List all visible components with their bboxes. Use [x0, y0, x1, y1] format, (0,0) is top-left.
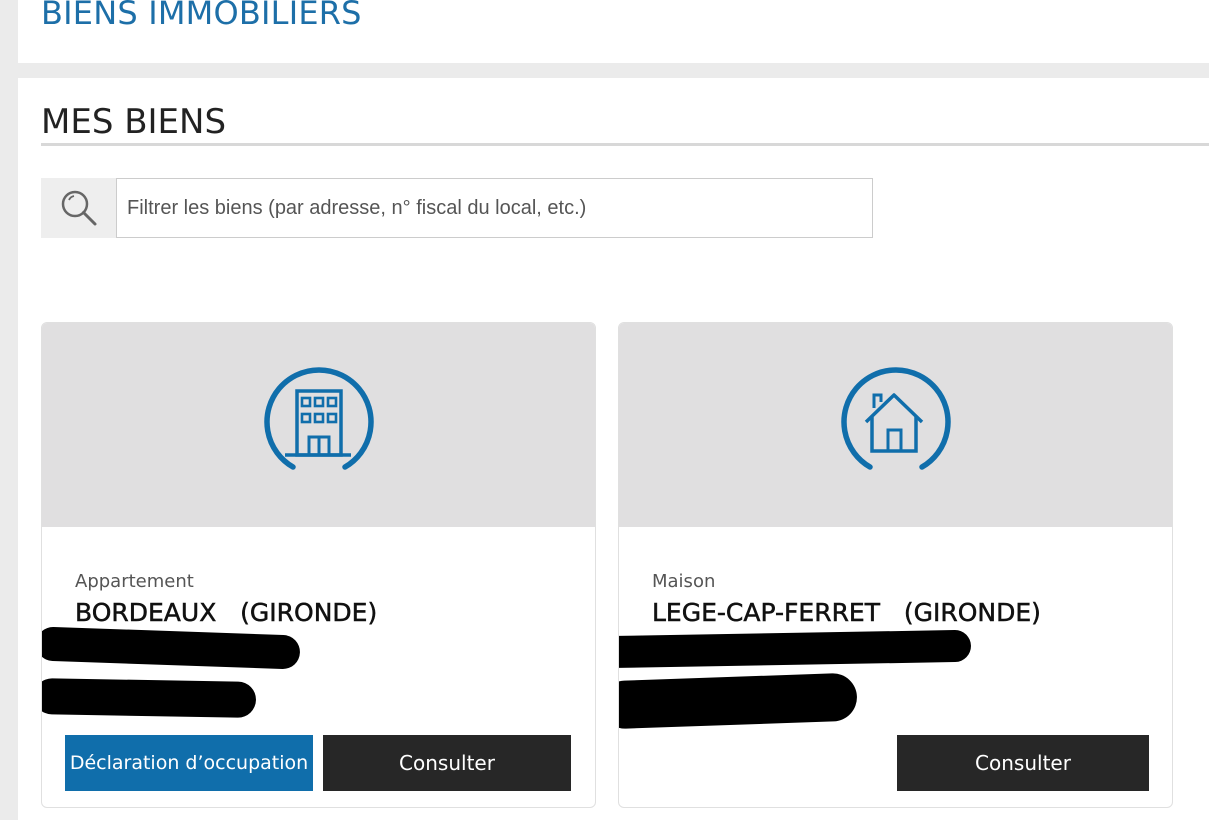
property-visual — [42, 323, 595, 527]
top-banner: BIENS IMMOBILIERS — [18, 0, 1209, 63]
apartment-building-icon — [263, 367, 374, 470]
redacted-address — [42, 626, 301, 670]
property-type: Maison — [652, 571, 716, 592]
redacted-reference — [619, 672, 858, 730]
property-type: Appartement — [75, 571, 194, 592]
redacted-reference — [42, 678, 257, 718]
house-icon — [840, 367, 951, 470]
property-card: Appartement BORDEAUX (GIRONDE) Déclarati… — [41, 322, 596, 808]
property-city: LEGE-CAP-FERRET (GIRONDE) — [652, 598, 1041, 628]
property-visual — [619, 323, 1172, 527]
properties-panel: MES BIENS Appartement — [18, 78, 1209, 820]
redacted-address — [619, 629, 972, 669]
search-input[interactable] — [116, 178, 873, 238]
search-icon[interactable] — [41, 178, 116, 238]
property-card: Maison LEGE-CAP-FERRET (GIRONDE) Consult… — [618, 322, 1173, 808]
page-title: BIENS IMMOBILIERS — [41, 0, 362, 32]
consult-button[interactable]: Consulter — [323, 735, 571, 791]
property-city: BORDEAUX (GIRONDE) — [75, 598, 378, 628]
section-divider — [41, 143, 1209, 146]
section-title: MES BIENS — [41, 102, 227, 142]
consult-button[interactable]: Consulter — [897, 735, 1149, 791]
declaration-occupation-button[interactable]: Déclaration d’occupation — [65, 735, 313, 791]
